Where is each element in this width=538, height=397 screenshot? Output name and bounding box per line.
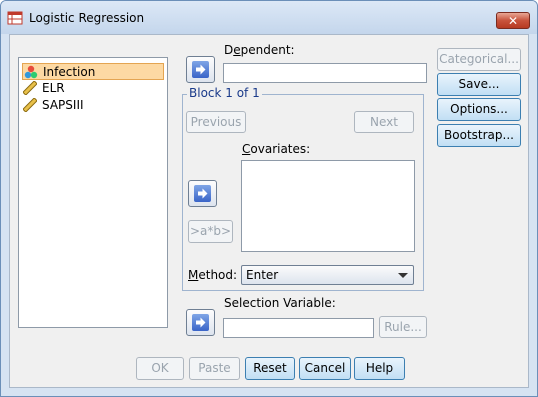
options-button[interactable]: Options... [437, 98, 521, 121]
covariates-list[interactable] [241, 160, 415, 252]
cancel-button[interactable]: Cancel [299, 357, 351, 380]
categorical-button[interactable]: Categorical... [437, 48, 521, 71]
method-label: Method: [188, 268, 238, 282]
move-to-selection-variable-button[interactable] [186, 309, 215, 336]
scale-ruler-icon [22, 80, 38, 96]
paste-button[interactable]: Paste [189, 357, 240, 380]
nominal-icon [24, 65, 38, 79]
dependent-label: Dependent: [224, 43, 295, 57]
variable-item-infection[interactable]: Infection [22, 63, 164, 80]
variable-list[interactable]: Infection ELR SAPSIII [18, 57, 168, 328]
help-button[interactable]: Help [354, 357, 405, 380]
variable-label: SAPSIII [42, 98, 84, 112]
close-icon: ✕ [507, 14, 519, 28]
previous-button[interactable]: Previous [186, 111, 246, 133]
method-dropdown[interactable]: Enter [241, 265, 414, 285]
next-button[interactable]: Next [354, 111, 414, 133]
dialog-body: Infection ELR SAPSIII Dependent: Block 1… [9, 34, 529, 388]
selection-variable-field[interactable] [223, 318, 374, 338]
logistic-regression-dialog: Logistic Regression ✕ Infection ELR SAPS… [0, 0, 538, 397]
block-label: Block 1 of 1 [187, 86, 262, 100]
chevron-down-icon [398, 273, 408, 278]
variable-label: Infection [43, 65, 96, 79]
move-to-dependent-button[interactable] [186, 56, 215, 83]
method-value: Enter [246, 268, 279, 282]
right-arrow-icon [194, 185, 211, 202]
rule-button[interactable]: Rule... [379, 316, 427, 338]
variable-item-sapsiii[interactable]: SAPSIII [22, 97, 164, 114]
interaction-button[interactable]: >a*b> [188, 220, 233, 243]
scale-ruler-icon [22, 97, 38, 113]
variable-item-elr[interactable]: ELR [22, 80, 164, 97]
right-arrow-icon [192, 314, 209, 331]
window-title: Logistic Regression [29, 11, 145, 25]
variable-label: ELR [42, 81, 65, 95]
dependent-field[interactable] [223, 63, 427, 83]
ok-button[interactable]: OK [136, 357, 184, 380]
right-arrow-icon [192, 61, 209, 78]
spss-dialog-icon [7, 10, 23, 26]
move-to-covariates-button[interactable] [188, 180, 217, 207]
close-button[interactable]: ✕ [496, 12, 530, 29]
save-button[interactable]: Save... [437, 73, 521, 96]
reset-button[interactable]: Reset [245, 357, 295, 380]
bootstrap-button[interactable]: Bootstrap... [437, 124, 521, 147]
covariates-label: Covariates: [242, 142, 311, 156]
title-bar: Logistic Regression ✕ [1, 1, 537, 34]
selection-variable-label: Selection Variable: [224, 296, 336, 310]
